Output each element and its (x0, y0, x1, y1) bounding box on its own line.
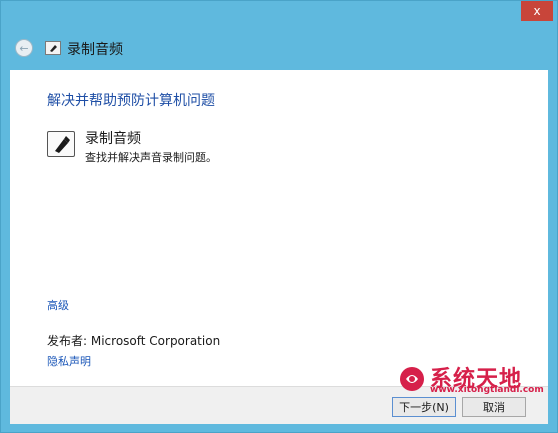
troubleshooter-description: 查找并解决声音录制问题。 (85, 151, 217, 164)
advanced-link[interactable]: 高级 (47, 297, 69, 313)
close-button[interactable]: x (521, 1, 553, 21)
troubleshooter-title: 录制音频 (85, 131, 141, 147)
publisher-label: 发布者: (47, 334, 91, 348)
content-panel: 解决并帮助预防计算机问题 录制音频 查找并解决声音录制问题。 高级 发布者: M… (10, 70, 548, 386)
page-heading: 解决并帮助预防计算机问题 (47, 93, 215, 109)
troubleshooter-window: x ← 录制音频 解决并帮助预防计算机问题 录制音频 查找并解决声音录制问题。 … (0, 0, 558, 433)
privacy-statement-link[interactable]: 隐私声明 (47, 353, 91, 369)
publisher-value: Microsoft Corporation (90, 334, 221, 348)
publisher-info: 发布者: Microsoft Corporation (47, 332, 220, 349)
microphone-icon (45, 41, 61, 55)
next-button[interactable]: 下一步(N) (392, 397, 456, 417)
back-button[interactable]: ← (15, 39, 33, 57)
window-title: 录制音频 (67, 42, 123, 58)
watermark-url: www.xitongtiandi.com (430, 385, 544, 395)
watermark: 系统天地 www.xitongtiandi.com (398, 363, 553, 397)
microphone-icon[interactable] (47, 131, 75, 157)
back-arrow-icon: ← (19, 41, 29, 55)
watermark-logo-icon (400, 367, 424, 391)
cancel-button[interactable]: 取消 (462, 397, 526, 417)
close-icon: x (533, 4, 541, 18)
